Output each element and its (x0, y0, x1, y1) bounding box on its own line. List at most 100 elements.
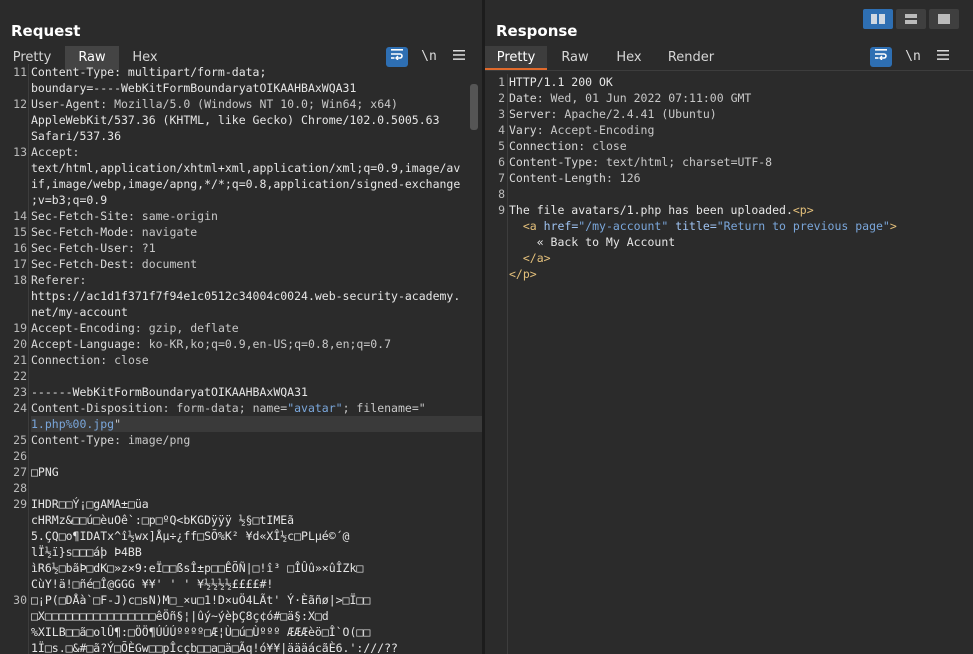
side-by-side-layout-icon[interactable] (863, 9, 893, 29)
text: Content-Type: multipart/form-data; (31, 65, 267, 79)
code-line: 1.php%00.jpg" (0, 416, 482, 432)
text: IHDR□□Ý¡□gAMA±□üa (31, 497, 149, 511)
header-value: : form-data; name= (162, 401, 288, 415)
code-text: IHDR□□Ý¡□gAMA±□üa (31, 496, 482, 512)
text: if,image/webp,image/apng,*/*;q=0.8,appli… (31, 177, 461, 191)
code-text: Sec-Fetch-Dest: document (31, 256, 482, 272)
text: Safari/537.36 (31, 129, 122, 143)
header-name: Accept-Encoding (31, 321, 135, 335)
code-line: 9 The file avatars/1.php has been uploade… (485, 202, 973, 218)
header-name: Accept-Language (31, 337, 135, 351)
code-line: cHRMz&□□ú□èuOê`:□p□ºQ<bKGDÿÿÿ ½§□tIMEã (0, 512, 482, 528)
code-line: lÏ½ï}s□□□áþ Þ4BB (0, 544, 482, 560)
code-text: □¡P(□DÅà`□F-J)c□sN)M□_×u□1!D×uÖ4LÃt' Ý·È… (31, 592, 482, 608)
code-line: 21 Connection: close (0, 352, 482, 368)
code-line: 3 Server: Apache/2.4.41 (Ubuntu) (485, 106, 973, 122)
response-lines: 1 HTTP/1.1 200 OK 2 Date: Wed, 01 Jun 2022 … (485, 74, 973, 282)
header-name: Connection (31, 353, 101, 367)
code-text: Date: Wed, 01 Jun 2022 07:11:00 GMT (509, 90, 973, 106)
string-value: "Return to previous page" (716, 219, 890, 233)
line-number: 22 (13, 369, 27, 383)
code-line: 24 Content-Disposition: form-data; name="… (0, 400, 482, 416)
line-gutter (28, 64, 29, 654)
code-line: 22 (0, 368, 482, 384)
line-number (0, 112, 31, 128)
header-value: : same-origin (127, 209, 218, 223)
text: HTTP/1.1 200 OK (509, 75, 613, 89)
request-editor[interactable]: 11 Content-Type: multipart/form-data; boun… (0, 64, 482, 654)
text: cHRMz&□□ú□èuOê`:□p□ºQ<bKGDÿÿÿ ½§□tIMEã (31, 513, 295, 527)
code-line: 25 Content-Type: image/png (0, 432, 482, 448)
code-text: Accept-Language: ko-KR,ko;q=0.9,en-US;q=… (31, 336, 482, 352)
header-name: Date (509, 91, 537, 105)
code-line: AppleWebKit/537.36 (KHTML, like Gecko) C… (0, 112, 482, 128)
line-number (0, 528, 31, 544)
line-number: 9 (498, 203, 505, 217)
code-line: if,image/webp,image/apng,*/*;q=0.8,appli… (0, 176, 482, 192)
html-attr: title= (668, 219, 717, 233)
text: □¡P(□DÅà`□F-J)c□sN)M□_×u□1!D×uÖ4LÃt' Ý·È… (31, 593, 371, 607)
code-text: Sec-Fetch-Site: same-origin (31, 208, 482, 224)
tab-raw[interactable]: Raw (551, 46, 599, 70)
menu-icon[interactable] (932, 47, 954, 67)
line-number: 1 (498, 75, 505, 89)
code-text: Accept-Encoding: gzip, deflate (31, 320, 482, 336)
line-number (0, 640, 31, 654)
code-line: 2 Date: Wed, 01 Jun 2022 07:11:00 GMT (485, 90, 973, 106)
code-line: 23 ------WebKitFormBoundaryatOIKAAHBAxWQA… (0, 384, 482, 400)
code-text: The file avatars/1.php has been uploaded… (509, 202, 973, 218)
line-number: 6 (498, 155, 505, 169)
code-line: 4 Vary: Accept-Encoding (485, 122, 973, 138)
newline-toggle-button[interactable]: \n (902, 47, 924, 67)
code-line: 27 □PNG (0, 464, 482, 480)
code-text: Content-Type: multipart/form-data; (31, 64, 482, 80)
code-text: Content-Length: 126 (509, 170, 973, 186)
code-line: 16 Sec-Fetch-User: ?1 (0, 240, 482, 256)
code-line: 20 Accept-Language: ko-KR,ko;q=0.9,en-US;… (0, 336, 482, 352)
text: ìR6½□bãÞ□dK□»z×9:eÏ□□ßsÎ±p□□ÊÕÑ|□!î³ □ÎÛ… (31, 561, 364, 575)
stacked-layout-icon[interactable] (896, 9, 926, 29)
tab-pretty[interactable]: Pretty (485, 46, 547, 70)
response-tabs: Pretty Raw Hex Render (485, 46, 969, 70)
code-line: □X□□□□□□□□□□□□□□□□êÖñ§¦|ûý~ýèþÇ8ç¢ó#□ä§:… (0, 608, 482, 624)
tab-render[interactable]: Render (661, 46, 721, 70)
code-line: </p> (485, 266, 973, 282)
header-value: : 126 (605, 171, 641, 185)
header-name: Referer (31, 273, 80, 287)
line-number (0, 80, 31, 96)
code-text: ìR6½□bãÞ□dK□»z×9:eÏ□□ßsÎ±p□□ÊÕÑ|□!î³ □ÎÛ… (31, 560, 482, 576)
request-pane: Request Pretty Raw Hex \n 11 Content-Type… (0, 0, 482, 654)
string-value: "avatar" (287, 401, 343, 415)
code-text: Vary: Accept-Encoding (509, 122, 973, 138)
code-text: ;v=b3;q=0.9 (31, 192, 482, 208)
code-text: 1Ï□s.□&#□ã?Ý□ÕÈGw□□pÎcçb□□a□ä□Ãq!ó¥¥|äää… (31, 640, 482, 654)
wrap-lines-icon[interactable] (870, 47, 892, 67)
code-line: 7 Content-Length: 126 (485, 170, 973, 186)
code-line: text/html,application/xhtml+xml,applicat… (0, 160, 482, 176)
code-line: 5.ÇQ□o¶IDATx^î½wx]Åµ÷¿ff□SÕ%K² ¥d«XÎ½c□P… (0, 528, 482, 544)
html-tag: </p> (509, 267, 537, 281)
code-text: « Back to My Account (509, 234, 973, 250)
single-pane-layout-icon[interactable] (929, 9, 959, 29)
code-line: CùY!ä!□ñé□Î@GGG ¥¥' ' ' ¥½½½½££££#! (0, 576, 482, 592)
header-value: : ko-KR,ko;q=0.9,en-US;q=0.8,en;q=0.7 (134, 337, 392, 351)
code-line: </a> (485, 250, 973, 266)
request-scrollbar[interactable] (470, 84, 478, 130)
tab-hex[interactable]: Hex (605, 46, 653, 70)
code-text: text/html,application/xhtml+xml,applicat… (31, 160, 482, 176)
header-value: ; filename=" (342, 401, 426, 415)
text: □X□□□□□□□□□□□□□□□□êÖñ§¦|ûý~ýèþÇ8ç¢ó#□ä§:… (31, 609, 329, 623)
header-value: : Mozilla/5.0 (Windows NT 10.0; Win64; x… (100, 97, 398, 111)
line-number: 25 (13, 433, 27, 447)
code-line: 12 User-Agent: Mozilla/5.0 (Windows NT 10… (0, 96, 482, 112)
line-number (0, 176, 31, 192)
response-editor[interactable]: 1 HTTP/1.1 200 OK 2 Date: Wed, 01 Jun 2022 … (485, 74, 973, 654)
code-text: Referer: (31, 272, 482, 288)
text: boundary=----WebKitFormBoundaryatOIKAAHB… (31, 81, 357, 95)
code-line: 26 (0, 448, 482, 464)
request-lines: 11 Content-Type: multipart/form-data; boun… (0, 64, 482, 654)
